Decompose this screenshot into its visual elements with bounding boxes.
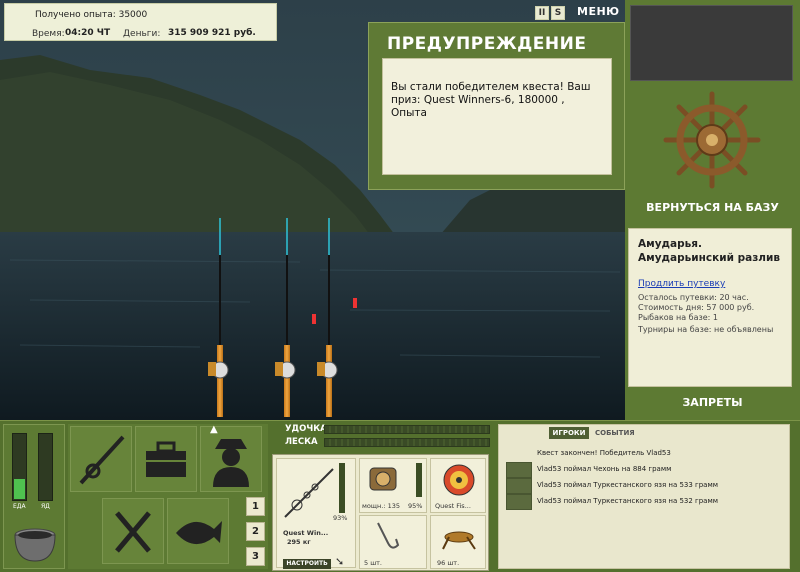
tackle-panel: 93% Quest Win... 295 кг НАСТРОИТЬ ➘ мощн… [272,454,489,571]
reel-icon [369,467,397,491]
line-tension-bar [324,438,490,447]
experience-text: Получено опыта: 35000 [35,10,148,20]
reel-power: мощн.: 135 [362,502,400,510]
bait-slot[interactable]: 96 шт. [430,515,486,569]
day-cost: Стоимость дня: 57 000 руб. [638,303,755,312]
rod-name: Quest Win... [283,529,329,537]
time-label: Время: [32,29,65,39]
location-name: Амударья. Амударьинский разлив [638,238,781,264]
location-info: Амударья. Амударьинский разлив Продлить … [628,228,792,387]
ship-wheel-icon[interactable] [662,90,762,190]
rod-icon [284,468,334,518]
knife-fork-icon [115,511,151,553]
fish-cage-tool[interactable] [167,498,229,564]
reel-condition-bar [416,463,422,497]
extend-permit-link[interactable]: Продлить путевку [638,279,725,289]
hook-slot[interactable]: 5 шт. [359,515,427,569]
cauldron-icon[interactable] [8,521,62,565]
bottom-panel: ЕДА ЯД ▲ 1 2 3 УДОЧКА ЛЕСКА 93% Quest Wi… [0,420,800,572]
food-label: ЕДА [13,503,26,510]
arrow-icon: ➘ [335,555,345,568]
rod-condition-bar [339,463,345,513]
character-tool[interactable] [200,426,262,492]
rod-slot-2-button[interactable]: 2 [246,522,265,541]
fishing-rod-icon [79,435,125,485]
food-bar [12,433,27,501]
grasshopper-icon [442,531,476,550]
money-label: Деньги: [123,29,161,39]
hooks-count: 5 шт. [364,559,383,567]
permit-remaining: Осталось путевки: 20 час. [638,293,749,302]
rod-tension-bar [324,425,490,434]
event-item: Vlad53 поймал Туркестанского язя на 532 … [537,497,719,505]
line-name: Quest Fis... [435,502,471,510]
money-value: 315 909 921 руб. [168,28,256,38]
event-item: Vlad53 поймал Туркестанского язя на 533 … [537,481,719,489]
line-label: ЛЕСКА [285,437,318,447]
events-panel: ИГРОКИ СОБЫТИЯ Квест закончен! Победител… [498,424,790,569]
cooking-tool[interactable] [102,498,164,564]
tackle-box-icon [146,441,186,477]
stats-panel: ЕДА ЯД [3,424,65,569]
poison-label: ЯД [41,503,50,510]
float-1 [312,314,316,324]
minimap-area [630,5,793,81]
float-2 [353,298,357,308]
return-to-base-button[interactable]: ВЕРНУТЬСЯ НА БАЗУ [625,201,800,214]
rod-weight: 295 кг [287,538,311,546]
fish-thumbnail-icon [506,462,532,478]
warning-dialog: ПРЕДУПРЕЖДЕНИЕ Вы стали победителем квес… [368,22,625,190]
player-info-panel: Получено опыта: 35000 Время: 04:20 ЧТ Де… [4,3,277,41]
rod-label: УДОЧКА [285,424,327,434]
fish-icon [176,521,222,545]
tab-players[interactable]: ИГРОКИ [549,427,589,439]
menu-button[interactable]: МЕНЮ [577,5,620,18]
fish-thumbnail-icon [506,494,532,510]
tab-events[interactable]: СОБЫТИЯ [595,429,635,437]
rod-slot[interactable]: 93% Quest Win... 295 кг НАСТРОИТЬ ➘ [276,458,356,569]
warning-title: ПРЕДУПРЕЖДЕНИЕ [387,34,587,54]
anglers-count: Рыбаков на базе: 1 [638,313,718,322]
rod-slot-3-button[interactable]: 3 [246,547,265,566]
line-spool-icon [443,464,475,496]
rod-percent: 93% [333,514,348,522]
fish-thumbnail-icon [506,478,532,494]
rods-tool[interactable] [70,426,132,492]
line-slot[interactable]: Quest Fis... [430,458,486,513]
warning-message: Вы стали победителем квеста! Ваш приз: Q… [382,58,612,175]
sound-button[interactable]: S [551,6,565,20]
hook-icon [377,522,400,549]
pause-button[interactable]: II [535,6,549,20]
tournaments-info: Турниры на базе: не объявлены [638,325,774,334]
event-item: Квест закончен! Победитель Vlad53 [537,449,671,457]
poison-bar [38,433,53,501]
tools-panel: ▲ [68,424,268,569]
event-item: Vlad53 поймал Чехонь на 884 грамм [537,465,672,473]
bait-count: 96 шт. [437,559,460,567]
reel-slot[interactable]: мощн.: 135 95% [359,458,427,513]
setup-button[interactable]: НАСТРОИТЬ [283,559,331,569]
time-value: 04:20 ЧТ [65,28,111,38]
bans-button[interactable]: ЗАПРЕТЫ [625,396,800,409]
reel-percent: 95% [408,502,423,510]
right-panel: ВЕРНУТЬСЯ НА БАЗУ Амударья. Амударьински… [625,0,800,420]
compass-arrow-icon: ▲ [210,424,218,435]
tackle-box-tool[interactable] [135,426,197,492]
rod-slot-1-button[interactable]: 1 [246,497,265,516]
fisherman-icon [213,439,249,487]
